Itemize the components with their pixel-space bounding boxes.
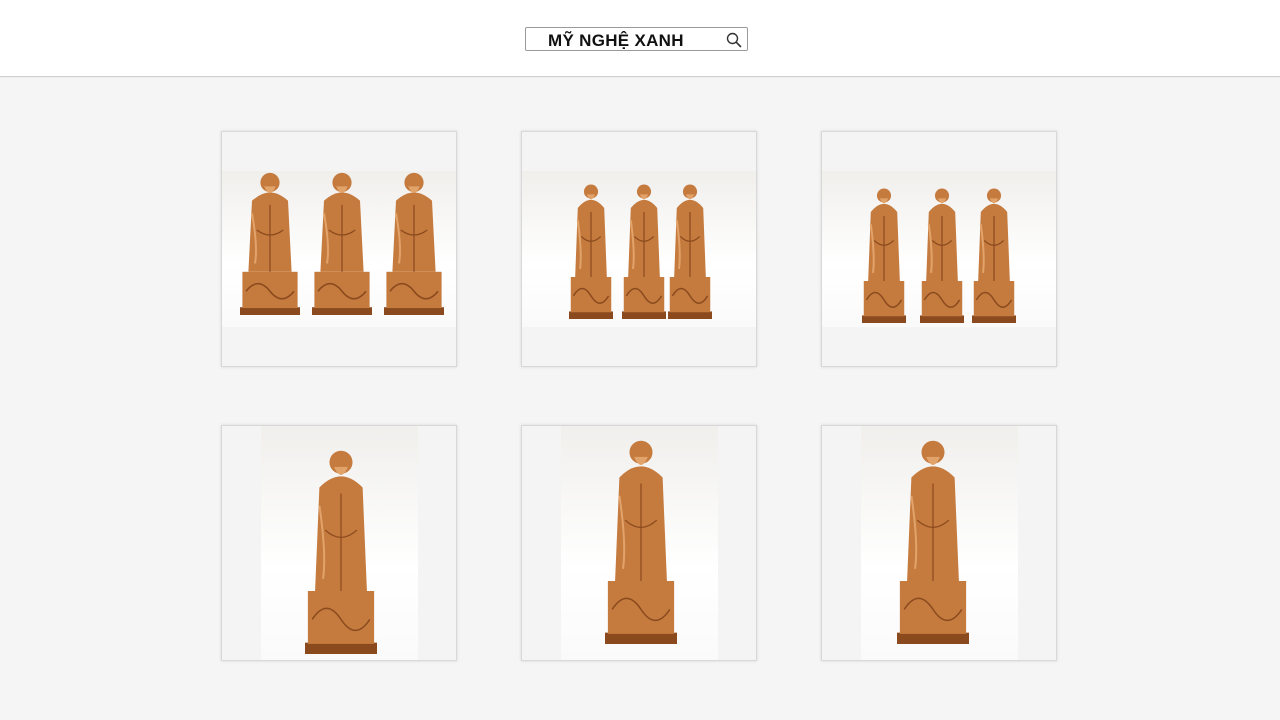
gallery-item[interactable] (521, 425, 757, 661)
statue (862, 188, 906, 323)
statue (972, 188, 1016, 323)
statue (897, 440, 969, 644)
search-bar[interactable]: MỸ NGHỆ XANH (525, 27, 748, 51)
search-icon[interactable] (725, 31, 743, 49)
statue-image (897, 440, 969, 644)
top-bar: MỸ NGHỆ XANH (0, 0, 1280, 77)
gallery-item[interactable] (821, 131, 1057, 367)
statue (668, 184, 712, 319)
statue-group-image (240, 172, 444, 315)
statue-photo (861, 426, 1018, 660)
statue-photo (261, 426, 418, 660)
statue-photo (522, 171, 756, 327)
statue-group-image (862, 188, 1016, 323)
statue (605, 440, 677, 644)
gallery-item[interactable] (521, 131, 757, 367)
statue (622, 184, 666, 319)
statue-photo (822, 171, 1056, 327)
statue (569, 184, 613, 319)
gallery-item[interactable] (221, 131, 457, 367)
statue (384, 172, 444, 315)
statue-image (605, 440, 677, 644)
statue (312, 172, 372, 315)
statue-photo (222, 171, 456, 327)
gallery-item[interactable] (221, 425, 457, 661)
statue-image (305, 450, 377, 654)
gallery-item[interactable] (821, 425, 1057, 661)
statue-photo (561, 426, 718, 660)
statue (920, 188, 964, 323)
statue-group-image (569, 184, 712, 319)
search-text[interactable]: MỸ NGHỆ XANH (548, 31, 684, 51)
statue (240, 172, 300, 315)
statue (305, 450, 377, 654)
